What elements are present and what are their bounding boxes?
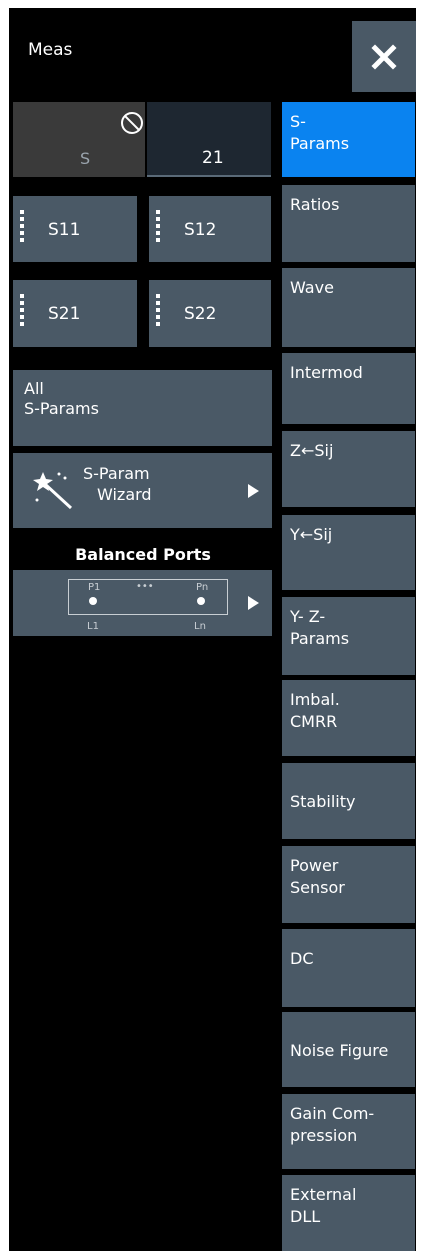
menu-wave-label: Wave <box>290 278 334 297</box>
menu-gain-compression-line2: pression <box>290 1126 358 1145</box>
port-p1-dot <box>89 597 97 605</box>
menu-gain-compression[interactable]: Gain Com- pression <box>282 1094 415 1169</box>
menu-gain-compression-line1: Gain Com- <box>290 1104 375 1123</box>
sparam-prefix-field[interactable]: S <box>13 102 145 177</box>
s22-label: S22 <box>184 304 217 324</box>
port-p1-label: P1 <box>88 582 101 593</box>
menu-intermod[interactable]: Intermod <box>282 353 415 424</box>
menu-sparams-line1: S- <box>290 112 306 131</box>
s22-button[interactable]: S22 <box>149 280 271 347</box>
menu-stability-label: Stability <box>290 792 356 811</box>
submenu-arrow-icon <box>248 484 259 498</box>
menu-external-dll-line2: DLL <box>290 1207 321 1226</box>
trace-bars-icon <box>156 210 160 242</box>
menu-power-sensor[interactable]: Power Sensor <box>282 846 415 923</box>
no-entry-icon <box>121 112 143 134</box>
magic-wand-icon <box>33 472 73 510</box>
menu-dc[interactable]: DC <box>282 929 415 1007</box>
menu-external-dll[interactable]: External DLL <box>282 1175 415 1251</box>
sparam-prefix: S <box>80 149 91 168</box>
submenu-arrow-icon <box>248 596 259 610</box>
menu-external-dll-line1: External <box>290 1185 357 1204</box>
all-sparams-line1: All <box>24 379 44 398</box>
s11-button[interactable]: S11 <box>13 196 137 262</box>
trace-bars-icon <box>20 294 24 326</box>
port-l1-label: L1 <box>87 621 99 632</box>
s11-label: S11 <box>48 220 81 240</box>
trace-bars-icon <box>156 294 160 326</box>
s21-button[interactable]: S21 <box>13 280 137 347</box>
trace-bars-icon <box>20 210 24 242</box>
menu-noise-figure[interactable]: Noise Figure <box>282 1012 415 1087</box>
menu-power-sensor-line1: Power <box>290 856 339 875</box>
menu-dc-label: DC <box>290 949 314 968</box>
port-ln-label: Ln <box>194 621 206 632</box>
close-icon <box>371 43 397 70</box>
menu-sparams[interactable]: S- Params <box>282 102 415 177</box>
sparam-index-field[interactable]: 21 <box>147 102 271 177</box>
sparam-wizard-button[interactable]: S-Param Wizard <box>13 453 272 528</box>
all-sparams-button[interactable]: All S-Params <box>13 370 272 446</box>
s12-label: S12 <box>184 220 217 240</box>
menu-intermod-label: Intermod <box>290 363 363 382</box>
menu-y-sij-label: Y←Sij <box>290 525 333 544</box>
port-pn-label: Pn <box>196 582 209 593</box>
port-pn-dot <box>197 597 205 605</box>
menu-imbal-cmrr-line2: CMRR <box>290 712 338 731</box>
menu-ratios[interactable]: Ratios <box>282 185 415 262</box>
menu-stability[interactable]: Stability <box>282 763 415 839</box>
balanced-ports-button[interactable]: P1 ••• Pn L1 Ln <box>13 570 272 636</box>
menu-imbal-cmrr-line1: Imbal. <box>290 690 340 709</box>
menu-wave[interactable]: Wave <box>282 268 415 347</box>
close-button[interactable] <box>352 21 416 92</box>
menu-z-sij[interactable]: Z←Sij <box>282 431 415 507</box>
panel-title: Meas <box>28 40 73 60</box>
all-sparams-line2: S-Params <box>24 399 99 418</box>
menu-sparams-line2: Params <box>290 134 350 153</box>
menu-ratios-label: Ratios <box>290 195 340 214</box>
s21-label: S21 <box>48 304 81 324</box>
menu-imbal-cmrr[interactable]: Imbal. CMRR <box>282 680 415 756</box>
menu-power-sensor-line2: Sensor <box>290 878 345 897</box>
wizard-line2: Wizard <box>97 485 152 504</box>
menu-yz-params[interactable]: Y- Z- Params <box>282 597 415 675</box>
menu-z-sij-label: Z←Sij <box>290 441 334 460</box>
port-dots: ••• <box>136 581 154 592</box>
balanced-ports-diagram: P1 ••• Pn <box>68 579 228 615</box>
menu-y-sij[interactable]: Y←Sij <box>282 515 415 590</box>
menu-yz-params-line2: Params <box>290 629 350 648</box>
menu-noise-figure-label: Noise Figure <box>290 1041 389 1060</box>
menu-yz-params-line1: Y- Z- <box>290 607 326 626</box>
balanced-ports-title: Balanced Ports <box>75 545 211 564</box>
sparam-index-value: 21 <box>202 148 224 168</box>
wizard-line1: S-Param <box>83 464 150 483</box>
s12-button[interactable]: S12 <box>149 196 271 262</box>
